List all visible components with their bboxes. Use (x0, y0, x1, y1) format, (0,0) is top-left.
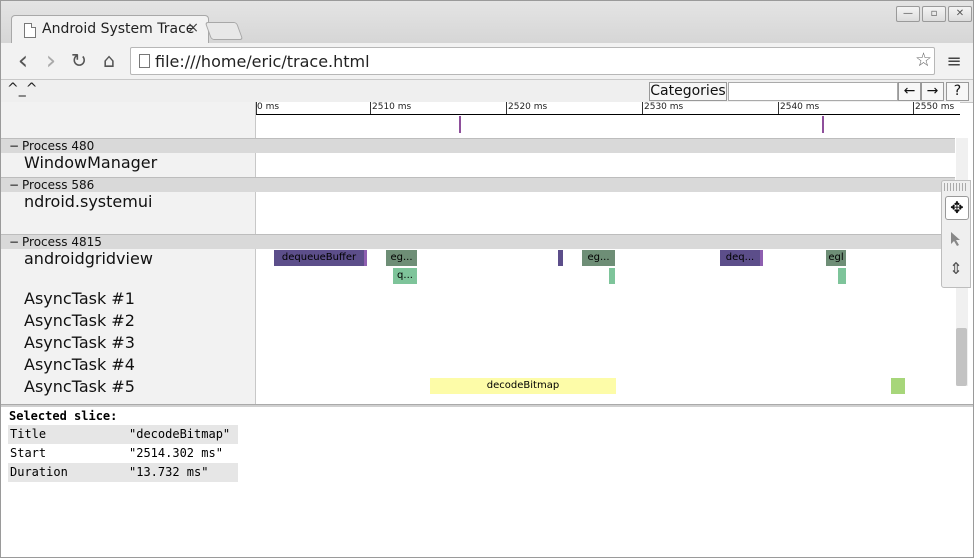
select-tool-icon[interactable] (945, 228, 967, 250)
analysis-key: Duration (10, 465, 68, 479)
trace-logo: ^_^ (7, 81, 38, 97)
title-bar: Android System Trace × — ▫ ✕ (1, 1, 973, 44)
slice[interactable] (558, 250, 563, 266)
ruler-baseline (256, 114, 960, 115)
thread-label: AsyncTask #3 (24, 333, 135, 352)
ruler-tick (370, 102, 371, 114)
ruler-tick-label: 2550 ms (915, 102, 955, 112)
ruler-tick-label: 2510 ms (372, 102, 412, 112)
vsync-marker[interactable] (822, 116, 824, 133)
slice-egl[interactable]: egl (826, 250, 846, 266)
vsync-marker[interactable] (459, 116, 461, 133)
process-header[interactable]: − Process 480 (1, 138, 955, 153)
process-label: Process 480 (22, 139, 95, 153)
analysis-row: Title "decodeBitmap" (8, 425, 238, 444)
slice-queue[interactable]: q... (393, 268, 417, 284)
selected-slice-heading: Selected slice: (9, 409, 118, 423)
minimize-button[interactable]: — (896, 6, 920, 22)
analysis-value: "13.732 ms" (129, 465, 209, 479)
ruler-tick (506, 102, 507, 114)
browser-tab[interactable]: Android System Trace × (11, 15, 209, 44)
ruler-tick (642, 102, 643, 114)
slice-decode-bitmap[interactable]: decodeBitmap (430, 378, 616, 394)
page-icon (139, 54, 150, 68)
page-icon (24, 23, 36, 38)
url-text[interactable]: file:///home/eric/trace.html (155, 52, 370, 71)
process-header[interactable]: − Process 4815 (1, 234, 955, 249)
thread-label: AsyncTask #4 (24, 355, 135, 374)
slice-queue[interactable] (609, 268, 615, 284)
forward-button[interactable]: › (39, 48, 63, 74)
address-bar[interactable]: file:///home/eric/trace.html ☆ (130, 47, 935, 75)
analysis-key: Start (10, 446, 47, 460)
slice[interactable] (891, 378, 905, 394)
analysis-value: "decodeBitmap" (129, 427, 231, 441)
process-label: Process 586 (22, 178, 95, 192)
bookmark-star-icon[interactable]: ☆ (915, 49, 932, 71)
slice[interactable] (760, 250, 763, 266)
browser-toolbar: ‹ › ↻ ⌂ file:///home/eric/trace.html ☆ ≡ (1, 43, 973, 80)
close-window-button[interactable]: ✕ (948, 6, 972, 22)
analysis-panel: Selected slice: Title "decodeBitmap" Sta… (1, 407, 973, 557)
ruler-tick-label: 2530 ms (644, 102, 684, 112)
pan-tool-icon[interactable]: ✥ (945, 196, 969, 220)
ruler-tick (778, 102, 779, 114)
slice-egl[interactable]: eg... (582, 250, 615, 266)
ruler-tick-label: 0 ms (257, 102, 280, 112)
collapse-icon[interactable]: − (9, 178, 19, 192)
browser-window: Android System Trace × — ▫ ✕ ‹ › ↻ ⌂ fil… (0, 0, 974, 558)
slice-egl[interactable]: eg... (386, 250, 417, 266)
process-header[interactable]: − Process 586 (1, 177, 955, 192)
trace-toolbar: ^_^ Categories ← → ? (1, 80, 973, 103)
slice-dequeue-buffer[interactable]: deq... (720, 250, 760, 266)
next-button[interactable]: → (921, 82, 944, 101)
home-button[interactable]: ⌂ (97, 49, 121, 73)
tab-title: Android System Trace (42, 21, 195, 37)
ruler-tick-label: 2540 ms (780, 102, 820, 112)
maximize-button[interactable]: ▫ (922, 6, 946, 22)
process-label: Process 4815 (22, 235, 102, 249)
thread-label: ndroid.systemui (24, 192, 153, 211)
time-ruler: 0 ms 2510 ms 2520 ms 2530 ms 2540 ms 255… (256, 102, 960, 138)
help-button[interactable]: ? (946, 82, 969, 101)
analysis-value: "2514.302 ms" (129, 446, 223, 460)
tab-close-icon[interactable]: × (187, 20, 199, 36)
previous-button[interactable]: ← (898, 82, 921, 101)
collapse-icon[interactable]: − (9, 235, 19, 249)
drag-handle[interactable] (944, 183, 968, 191)
collapse-icon[interactable]: − (9, 139, 19, 153)
back-button[interactable]: ‹ (11, 48, 35, 74)
slice-queue[interactable] (838, 268, 846, 284)
thread-label: AsyncTask #2 (24, 311, 135, 330)
reload-button[interactable]: ↻ (67, 49, 91, 73)
scrollbar-thumb[interactable] (956, 328, 967, 386)
analysis-row: Start "2514.302 ms" (8, 444, 238, 463)
thread-label: androidgridview (24, 249, 153, 268)
new-tab-button[interactable] (204, 22, 244, 40)
analysis-row: Duration "13.732 ms" (8, 463, 238, 482)
slice[interactable] (364, 250, 367, 266)
thread-label: WindowManager (24, 153, 158, 172)
ruler-tick-label: 2520 ms (508, 102, 548, 112)
filter-input[interactable] (728, 82, 898, 101)
categories-button[interactable]: Categories (649, 82, 727, 101)
analysis-key: Title (10, 427, 47, 441)
mouse-mode-panel: ✥ ⇕ (941, 180, 971, 288)
ruler-tick (913, 102, 914, 114)
thread-label: AsyncTask #5 (24, 377, 135, 396)
menu-icon[interactable]: ≡ (943, 51, 965, 73)
thread-label: AsyncTask #1 (24, 289, 135, 308)
slice-dequeue-buffer[interactable]: dequeueBuffer (274, 250, 364, 266)
zoom-tool-icon[interactable]: ⇕ (945, 258, 967, 280)
